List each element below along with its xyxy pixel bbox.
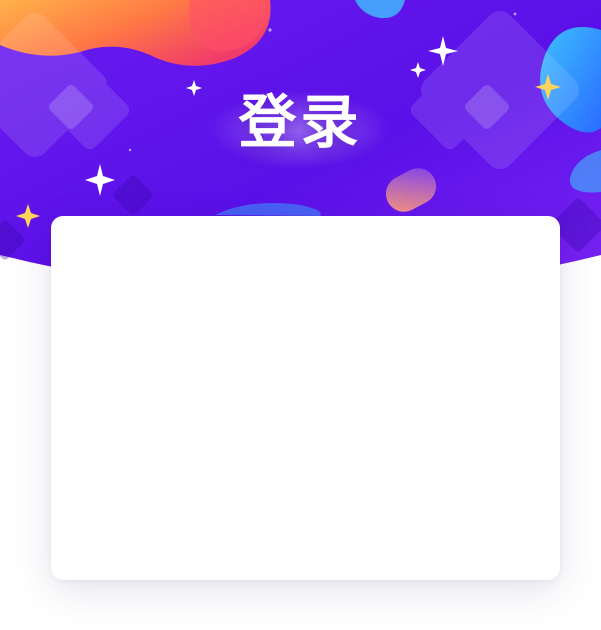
page-title: 登录	[238, 88, 363, 156]
login-page: 登录	[0, 0, 601, 630]
login-card	[51, 216, 560, 580]
